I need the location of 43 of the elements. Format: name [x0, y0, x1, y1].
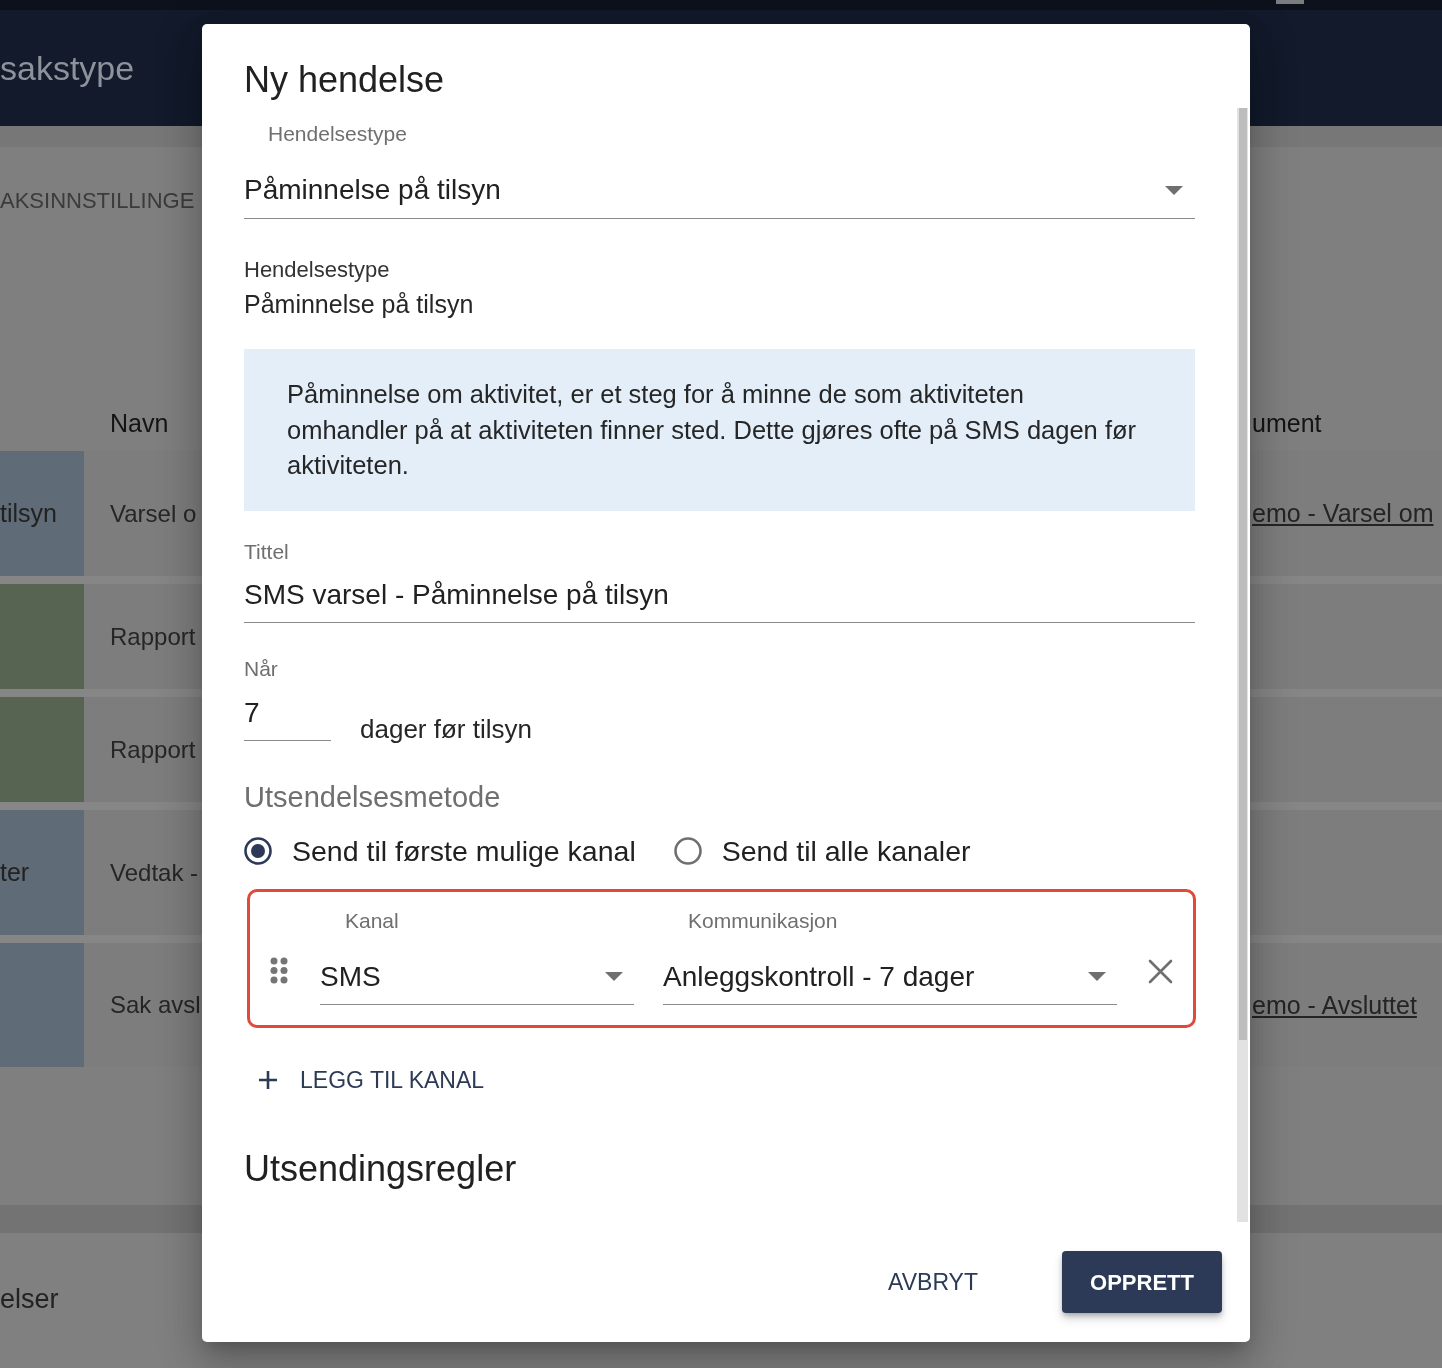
column-header: ument [1252, 408, 1322, 437]
plus-icon [258, 1069, 278, 1090]
create-button[interactable]: OPPRETT [1062, 1251, 1222, 1313]
dialog-title: Ny hendelse [244, 60, 445, 100]
cancel-button[interactable]: AVBRYT [868, 1251, 998, 1313]
caret-icon [1165, 185, 1183, 195]
type-cell: tilsyn [0, 451, 84, 576]
summary-value: Påminnelse på tilsyn [244, 289, 474, 319]
summary-label: Hendelsestype [244, 257, 390, 283]
table-cell: Rapport [110, 735, 196, 763]
table-cell: Varsel o [110, 499, 197, 527]
title-input[interactable]: SMS varsel - Påminnelse på tilsyn [244, 578, 1195, 623]
unit-text: dager før tilsyn [360, 713, 532, 744]
document-link[interactable]: emo - Avsluttet [1252, 990, 1417, 1019]
document-link[interactable]: emo - Varsel om [1252, 499, 1434, 527]
field-label: Kommunikasjon [688, 908, 838, 933]
table-cell: Sak avsl [110, 991, 201, 1018]
section-title: elser [0, 1284, 59, 1314]
section-heading: Utsendingsregler [244, 1148, 517, 1189]
page-title: sakstype [0, 48, 135, 88]
field-label: Kanal [345, 908, 399, 933]
table-cell: Vedtak - [110, 858, 199, 886]
info-text: Påminnelse om aktivitet, er et steg for å minne de som aktiviteten omhandler på at aktiviteten finner sted. Dette gjøres ofte på SMS dagen før aktiviteten. [287, 379, 1138, 481]
field-label: Når [244, 656, 278, 681]
type-cell: ter [0, 810, 84, 935]
header-icon [1276, 0, 1304, 4]
field-label: Hendelsestype [268, 122, 407, 146]
radio-option[interactable]: Send til alle kanaler [673, 832, 971, 869]
caret-icon [1088, 972, 1106, 981]
scrollbar-thumb[interactable] [1239, 108, 1247, 1040]
field-label: Tittel [244, 539, 289, 564]
table-cell: Rapport [110, 622, 196, 650]
column-header: Navn [110, 408, 169, 437]
close-icon[interactable] [1148, 958, 1173, 984]
channel-select[interactable]: SMS [320, 960, 634, 1005]
caret-icon [605, 972, 623, 981]
drag-handle-icon[interactable] [270, 956, 288, 984]
radio-option[interactable]: Send til første mulige kanal [244, 832, 636, 869]
communication-select[interactable]: Anleggskontroll - 7 dager [663, 960, 1117, 1005]
add-channel-button[interactable]: LEGG TIL KANAL [244, 1054, 495, 1105]
section-heading: Utsendelsesmetode [244, 780, 501, 813]
number-input[interactable]: 7 [244, 696, 331, 741]
event-type-select[interactable]: Påminnelse på tilsyn [244, 174, 1195, 219]
